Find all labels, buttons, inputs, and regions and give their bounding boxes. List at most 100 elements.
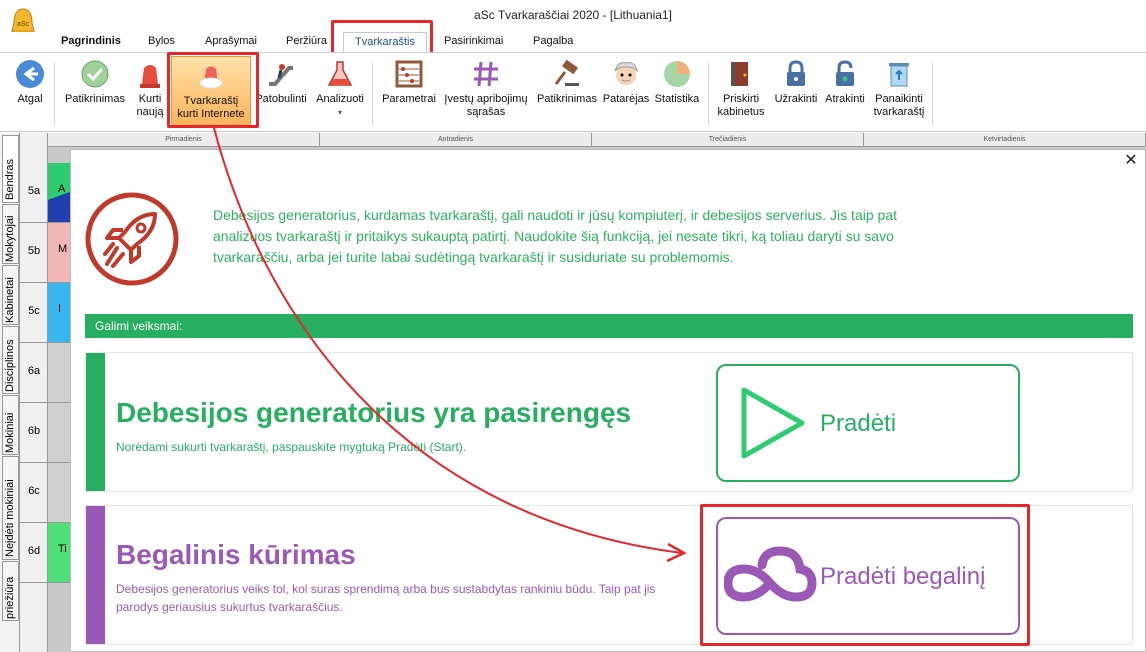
back-label: Atgal — [17, 93, 43, 105]
sidebar-tab-mokiniai[interactable]: Mokiniai — [2, 395, 19, 455]
alarm-light-icon — [140, 65, 160, 88]
sidebar-tab-label: Mokytojai — [4, 215, 16, 262]
einstein-icon — [614, 62, 638, 85]
unlock-icon — [836, 60, 854, 86]
row-class-label[interactable]: 6d — [20, 523, 48, 583]
delete-label-1: Panaikinti — [875, 93, 923, 105]
parameters-button[interactable]: Parametrai — [379, 58, 439, 106]
create-new-button[interactable]: Kurti naują — [132, 58, 168, 119]
tab-pagrindinis[interactable]: Pagrindinis — [61, 35, 121, 47]
sidebar-tab-prieziura[interactable]: priežiūra — [2, 561, 19, 621]
constraints-list-button[interactable]: Įvestų apribojimų sąrašas — [440, 58, 532, 119]
tab-pasirinkimai[interactable]: Pasirinkimai — [444, 35, 503, 47]
start-button-label: Pradėti — [820, 410, 897, 437]
check-label: Patikrinimas — [65, 93, 125, 105]
sidebar-tab-bendras[interactable]: Bendras — [2, 135, 19, 203]
escalator-icon — [269, 64, 293, 86]
create-new-label-1: Kurti — [138, 93, 162, 105]
sidebar-tab-label: priežiūra — [4, 576, 16, 619]
row-class-label[interactable]: 6b — [20, 403, 48, 463]
start-button[interactable]: Pradėti — [716, 364, 1020, 482]
timetable-cell[interactable] — [48, 343, 70, 403]
tab-perziura[interactable]: Peržiūra — [286, 35, 327, 47]
back-button[interactable]: Atgal — [12, 58, 48, 106]
sidebar-vertical-tabs: Bendras Mokytojai Kabinetai Disciplinos … — [0, 133, 20, 652]
card-description: Debesijos generatorius veiks tol, kol su… — [116, 582, 656, 614]
sidebar-tab-mokytojai[interactable]: Mokytojai — [2, 204, 19, 264]
improve-label: Patobulinti — [255, 93, 307, 105]
ribbon-separator — [708, 63, 709, 125]
row-class-label[interactable]: 5b — [20, 223, 48, 283]
online-button-highlight-box — [167, 52, 259, 128]
row-class-label[interactable]: 5c — [20, 283, 48, 343]
rocket-icon — [85, 192, 179, 286]
card-accent-bar — [86, 353, 105, 491]
sidebar-tab-label: Kabinetai — [4, 277, 16, 323]
ribbon-separator — [372, 63, 373, 125]
card-accent-bar — [86, 506, 105, 644]
timetable-cell[interactable] — [48, 403, 70, 463]
assign-rooms-button[interactable]: Priskirti kabinetus — [713, 58, 769, 119]
lock-icon — [787, 60, 805, 86]
door-icon — [731, 62, 748, 86]
sidebar-tab-label: Bendras — [4, 159, 16, 200]
constraints-label-2: sąrašas — [466, 106, 506, 118]
statistics-button[interactable]: Statistika — [652, 58, 702, 106]
create-new-label-2: naują — [136, 106, 164, 118]
abacus-icon — [395, 60, 423, 88]
analyze-button[interactable]: Analizuoti ▾ — [312, 58, 368, 119]
statistics-label: Statistika — [654, 93, 700, 105]
infinite-button-highlight-box — [700, 504, 1030, 646]
svg-text:aSc: aSc — [17, 21, 30, 28]
advisor-label: Patarėjas — [602, 93, 650, 105]
constraints-label-1: Įvestų apribojimų — [444, 93, 528, 105]
timetable-cell[interactable]: Ti — [48, 523, 70, 583]
assign-rooms-label-1: Priskirti — [722, 93, 760, 105]
parameters-label: Parametrai — [382, 93, 436, 105]
lock-button[interactable]: Užrakinti — [771, 58, 821, 106]
close-icon[interactable]: ✕ — [1122, 153, 1140, 171]
gavel-icon — [554, 59, 579, 86]
sidebar-tab-disciplinos[interactable]: Disciplinos — [2, 326, 19, 394]
row-class-label[interactable]: 6a — [20, 343, 48, 403]
ribbon-separator — [932, 63, 933, 125]
window-title: aSc Tvarkaraščiai 2020 - [Lithuania1] — [474, 8, 672, 22]
improve-button[interactable]: Patobulinti — [253, 58, 309, 106]
timetable-cell[interactable]: M — [48, 223, 70, 283]
unlock-button[interactable]: Atrakinti — [822, 58, 868, 106]
cloud-generator-ready-card: Debesijos generatorius yra pasirengęs No… — [85, 352, 1133, 492]
menu-bar: Pagrindinis Bylos Aprašymai Peržiūra Tva… — [0, 32, 1146, 54]
tab-bylos[interactable]: Bylos — [148, 35, 175, 47]
checkmark-icon — [81, 60, 109, 88]
sidebar-tab-neideti-mokiniai[interactable]: Neįdėti mokiniai — [2, 456, 19, 560]
ribbon-separator — [54, 63, 55, 125]
tab-aprasymai[interactable]: Aprašymai — [205, 35, 257, 47]
delete-timetable-button[interactable]: Panaikinti tvarkaraštį — [870, 58, 928, 119]
sidebar-tab-label: Neįdėti mokiniai — [4, 479, 16, 557]
play-icon — [741, 387, 805, 459]
analyze-dropdown-arrow-icon: ▾ — [337, 108, 342, 117]
column-day: Antradienis — [320, 133, 592, 147]
pie-chart-icon — [664, 61, 690, 87]
sidebar-tab-label: Disciplinos — [4, 339, 16, 392]
check2-button[interactable]: Patikrinimas — [535, 58, 599, 106]
recycle-bin-icon — [889, 63, 909, 87]
sidebar-tab-kabinetai[interactable]: Kabinetai — [2, 265, 19, 325]
timetable-cell[interactable] — [48, 463, 70, 523]
row-class-label[interactable]: 5a — [20, 163, 48, 223]
timetable-cell[interactable]: I — [48, 283, 70, 343]
sidebar-tab-label: Mokiniai — [4, 412, 16, 453]
hash-grid-icon — [474, 61, 498, 87]
tab-pagalba[interactable]: Pagalba — [533, 35, 573, 47]
timetable-cell[interactable]: A — [48, 163, 70, 223]
unlock-label: Atrakinti — [825, 93, 865, 105]
timetable-column-header: Pirmadienis Antradienis Trečiadienis Ket… — [48, 133, 1146, 147]
assign-rooms-label-2: kabinetus — [717, 106, 765, 118]
row-class-label[interactable]: 6c — [20, 463, 48, 523]
analyze-label: Analizuoti — [316, 93, 364, 105]
check-button[interactable]: Patikrinimas — [62, 58, 128, 106]
delete-label-2: tvarkaraštį — [873, 106, 925, 118]
advisor-button[interactable]: Patarėjas — [601, 58, 651, 106]
lock-label: Užrakinti — [774, 93, 818, 105]
card-description: Norėdami sukurti tvarkaraštį, paspauskit… — [116, 440, 467, 454]
